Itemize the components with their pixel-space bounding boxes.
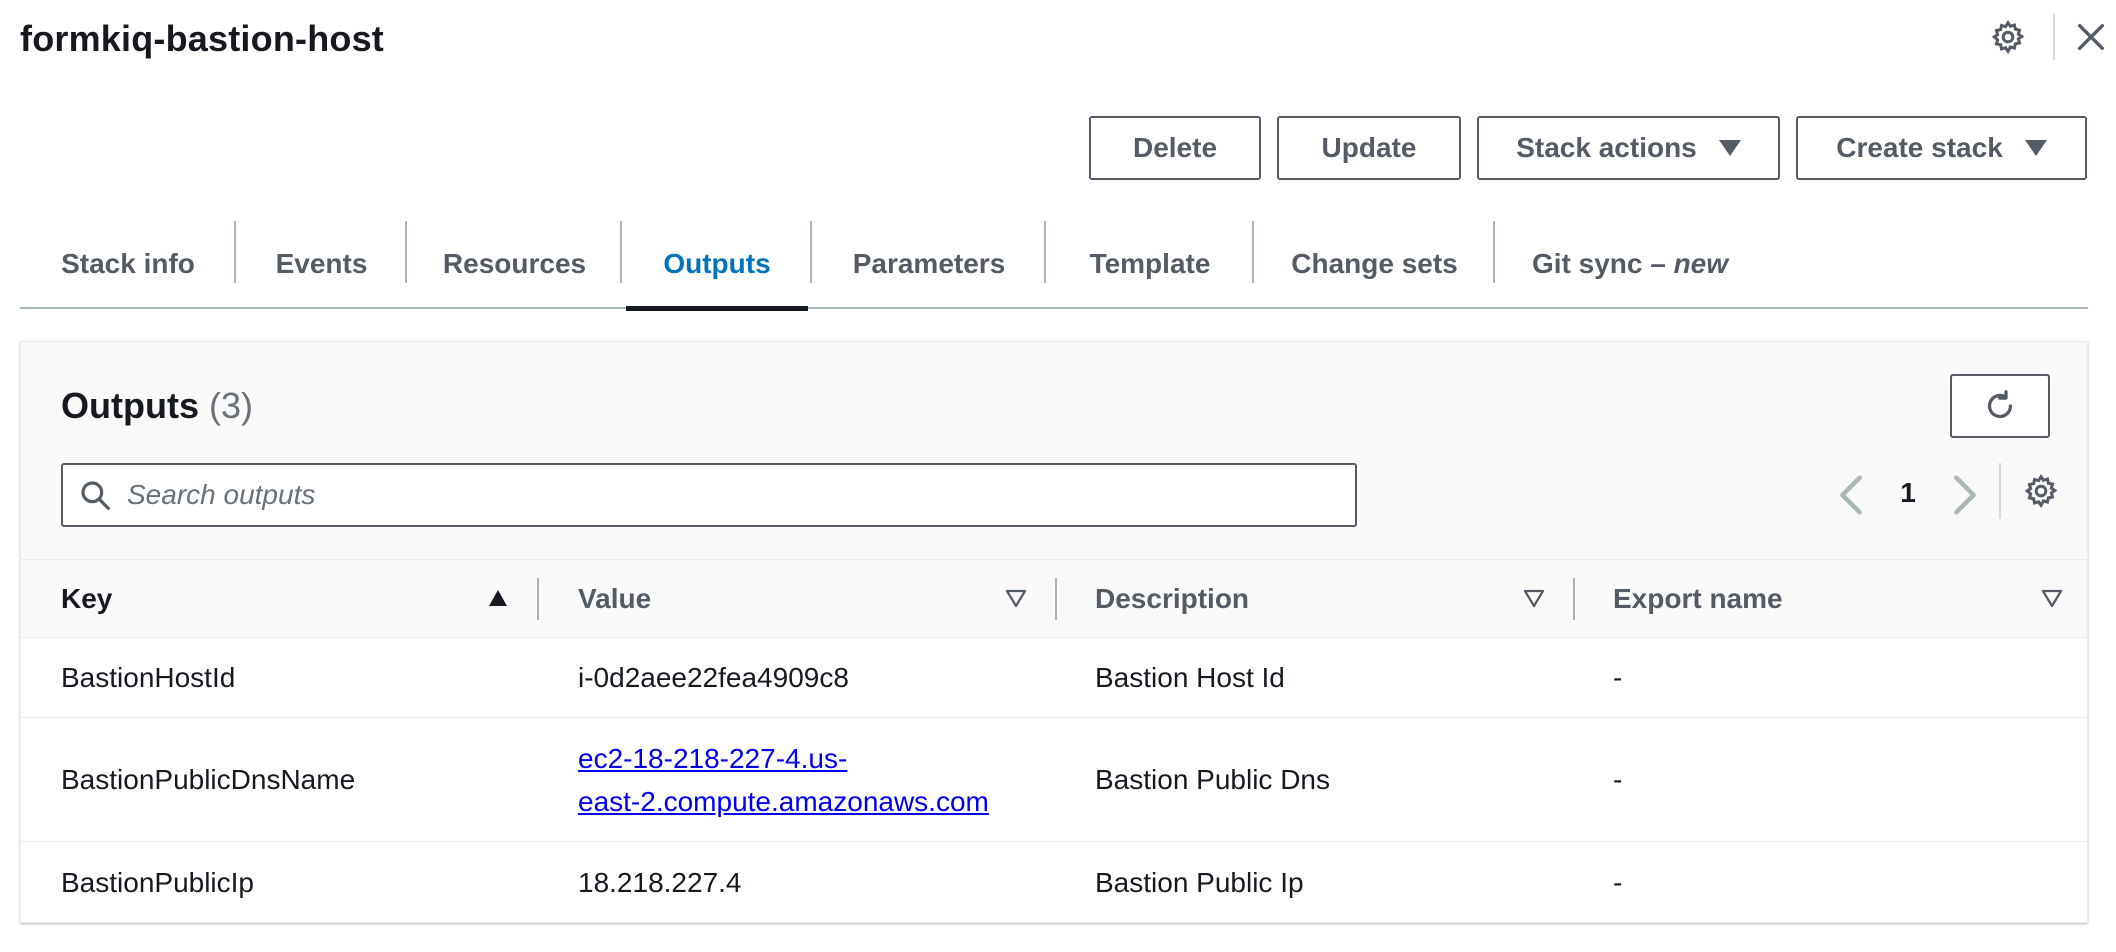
sort-descending-outline-icon[interactable] bbox=[1005, 588, 1027, 608]
outputs-panel-header: Outputs (3) 1 bbox=[21, 342, 2087, 560]
cell-description: Bastion Host Id bbox=[1095, 662, 1285, 693]
sort-descending-outline-icon[interactable] bbox=[1523, 588, 1545, 608]
delete-button[interactable]: Delete bbox=[1089, 116, 1261, 180]
column-resizer[interactable] bbox=[1055, 578, 1057, 620]
cell-key: BastionPublicIp bbox=[61, 867, 255, 898]
refresh-button[interactable] bbox=[1950, 374, 2050, 438]
stack-tabs: Stack info Events Resources Outputs Para… bbox=[20, 218, 2088, 311]
new-badge: new bbox=[1673, 247, 1729, 279]
sort-descending-outline-icon[interactable] bbox=[2041, 588, 2063, 608]
tab-label: Stack info bbox=[61, 247, 195, 279]
cell-value: 18.218.227.4 bbox=[578, 867, 742, 898]
tab-template[interactable]: Template bbox=[1046, 218, 1254, 309]
search-icon bbox=[81, 481, 110, 510]
table-header: Key Value Description Export name bbox=[21, 560, 2087, 638]
pager-divider bbox=[1999, 463, 2001, 519]
cell-description: Bastion Public Ip bbox=[1095, 867, 1304, 898]
delete-button-label: Delete bbox=[1132, 132, 1218, 163]
tab-change-sets[interactable]: Change sets bbox=[1254, 218, 1495, 309]
chevron-right-icon[interactable] bbox=[1946, 472, 1982, 518]
header-divider bbox=[2053, 14, 2055, 60]
cell-description: Bastion Public Dns bbox=[1095, 764, 1331, 795]
column-header-export-name[interactable]: Export name bbox=[1613, 560, 1783, 638]
stack-actions-bar: Delete Update Stack actions Create stack bbox=[1089, 116, 2087, 180]
create-stack-label: Create stack bbox=[1836, 132, 2003, 163]
gear-icon[interactable] bbox=[2023, 473, 2059, 509]
update-button[interactable]: Update bbox=[1277, 116, 1461, 180]
cell-key: BastionHostId bbox=[61, 662, 236, 693]
tab-label: Template bbox=[1089, 247, 1211, 279]
page-number[interactable]: 1 bbox=[1893, 477, 1923, 509]
tab-label: Change sets bbox=[1291, 247, 1458, 279]
column-resizer[interactable] bbox=[537, 578, 539, 620]
cell-export-name: - bbox=[1613, 867, 1623, 898]
refresh-icon bbox=[1987, 390, 2013, 419]
outputs-count: (3) bbox=[209, 385, 253, 426]
column-header-value[interactable]: Value bbox=[578, 560, 651, 638]
outputs-title-text: Outputs bbox=[61, 385, 199, 426]
column-header-description[interactable]: Description bbox=[1095, 560, 1249, 638]
value-link-line2: east-2.compute.amazonaws.com bbox=[578, 785, 989, 817]
caret-down-icon bbox=[1718, 140, 1741, 156]
search-input[interactable] bbox=[127, 473, 1337, 517]
update-button-label: Update bbox=[1321, 132, 1417, 163]
page-title: formkiq-bastion-host bbox=[20, 18, 384, 59]
column-resizer[interactable] bbox=[1573, 578, 1575, 620]
sort-ascending-icon[interactable] bbox=[487, 588, 509, 608]
tab-parameters[interactable]: Parameters bbox=[812, 218, 1046, 309]
cell-value: i-0d2aee22fea4909c8 bbox=[578, 662, 849, 693]
tab-events[interactable]: Events bbox=[236, 218, 407, 309]
cell-export-name: - bbox=[1613, 764, 1623, 795]
table-row: BastionPublicIp 18.218.227.4 Bastion Pub… bbox=[21, 842, 2087, 923]
stack-actions-label: Stack actions bbox=[1516, 132, 1697, 163]
cell-export-name: - bbox=[1613, 662, 1623, 693]
tab-git-sync[interactable]: Git sync – new bbox=[1495, 218, 1765, 309]
search-outputs-field[interactable] bbox=[61, 463, 1357, 527]
close-icon[interactable] bbox=[2074, 20, 2108, 54]
tab-stack-info[interactable]: Stack info bbox=[20, 218, 236, 309]
chevron-left-icon[interactable] bbox=[1834, 472, 1870, 518]
value-link[interactable]: ec2-18-218-227-4.us-east-2.compute.amazo… bbox=[578, 737, 989, 823]
tab-label: Resources bbox=[442, 247, 587, 279]
outputs-panel: Outputs (3) 1 bbox=[20, 341, 2088, 923]
gear-icon[interactable] bbox=[1990, 19, 2026, 55]
cell-value: ec2-18-218-227-4.us-east-2.compute.amazo… bbox=[578, 718, 989, 841]
stack-actions-dropdown[interactable]: Stack actions bbox=[1477, 116, 1780, 180]
tab-outputs[interactable]: Outputs bbox=[622, 218, 812, 311]
create-stack-dropdown[interactable]: Create stack bbox=[1796, 116, 2087, 180]
tab-label: Outputs bbox=[663, 247, 771, 279]
tab-label: Events bbox=[275, 247, 368, 279]
outputs-title: Outputs (3) bbox=[61, 385, 253, 427]
tab-label: Git sync – bbox=[1531, 247, 1674, 279]
table-row: BastionHostId i-0d2aee22fea4909c8 Bastio… bbox=[21, 638, 2087, 718]
cell-key: BastionPublicDnsName bbox=[61, 764, 356, 795]
tab-resources[interactable]: Resources bbox=[407, 218, 622, 309]
value-link-line1: ec2-18-218-227-4.us- bbox=[578, 742, 848, 774]
caret-down-icon bbox=[2024, 140, 2047, 156]
tab-label: Parameters bbox=[852, 247, 1006, 279]
column-header-key[interactable]: Key bbox=[61, 560, 112, 638]
table-row: BastionPublicDnsName ec2-18-218-227-4.us… bbox=[21, 718, 2087, 842]
